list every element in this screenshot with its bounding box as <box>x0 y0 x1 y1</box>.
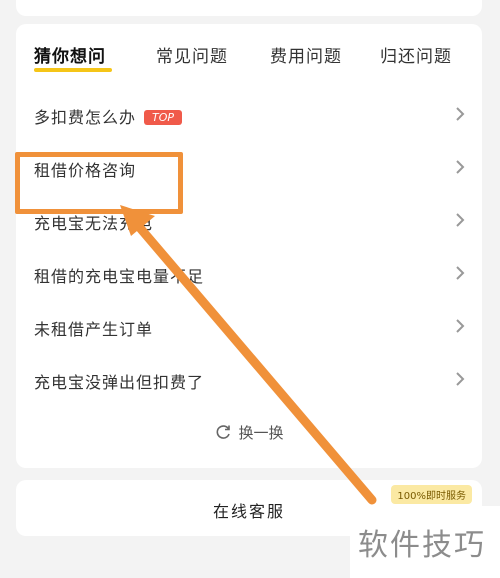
question-label: 未租借产生订单 <box>34 320 154 339</box>
faq-tabs: 猜你想问 常见问题 费用问题 归还问题 <box>16 42 482 82</box>
tab-guess-questions[interactable]: 猜你想问 <box>34 42 106 67</box>
refresh-icon <box>217 425 231 439</box>
chevron-right-icon <box>456 372 465 386</box>
question-label: 租借的充电宝电量不足 <box>34 267 205 286</box>
tab-common-questions[interactable]: 常见问题 <box>156 42 228 67</box>
faq-card: 猜你想问 常见问题 费用问题 归还问题 多扣费怎么办 TOP 租借价格咨询 充电宝… <box>16 24 482 468</box>
watermark: 软件技巧 <box>350 506 500 578</box>
chevron-right-icon <box>456 266 465 280</box>
refresh-button[interactable]: 换一换 <box>16 422 482 452</box>
question-label: 充电宝无法充电 <box>34 214 154 233</box>
question-item-low-battery[interactable]: 租借的充电宝电量不足 <box>16 249 482 299</box>
chevron-right-icon <box>456 160 465 174</box>
tab-fee-questions[interactable]: 费用问题 <box>270 42 342 67</box>
top-badge: TOP <box>144 110 183 125</box>
top-card <box>16 0 482 16</box>
question-label: 充电宝没弹出但扣费了 <box>34 373 205 392</box>
question-label: 多扣费怎么办 TOP <box>34 104 183 128</box>
question-label: 租借价格咨询 <box>34 161 137 180</box>
question-item-overcharge[interactable]: 多扣费怎么办 TOP <box>16 90 482 140</box>
question-item-not-ejected[interactable]: 充电宝没弹出但扣费了 <box>16 355 482 405</box>
refresh-label: 换一换 <box>238 424 284 442</box>
active-tab-indicator <box>34 68 112 72</box>
instant-service-badge: 100%即时服务 <box>391 485 472 504</box>
question-item-price-inquiry[interactable]: 租借价格咨询 <box>16 143 482 193</box>
watermark-text: 软件技巧 <box>358 528 486 563</box>
question-item-cannot-charge[interactable]: 充电宝无法充电 <box>16 196 482 246</box>
chevron-right-icon <box>456 107 465 121</box>
question-item-unrented-order[interactable]: 未租借产生订单 <box>16 302 482 352</box>
tab-return-questions[interactable]: 归还问题 <box>380 42 452 67</box>
chevron-right-icon <box>456 319 465 333</box>
chevron-right-icon <box>456 213 465 227</box>
